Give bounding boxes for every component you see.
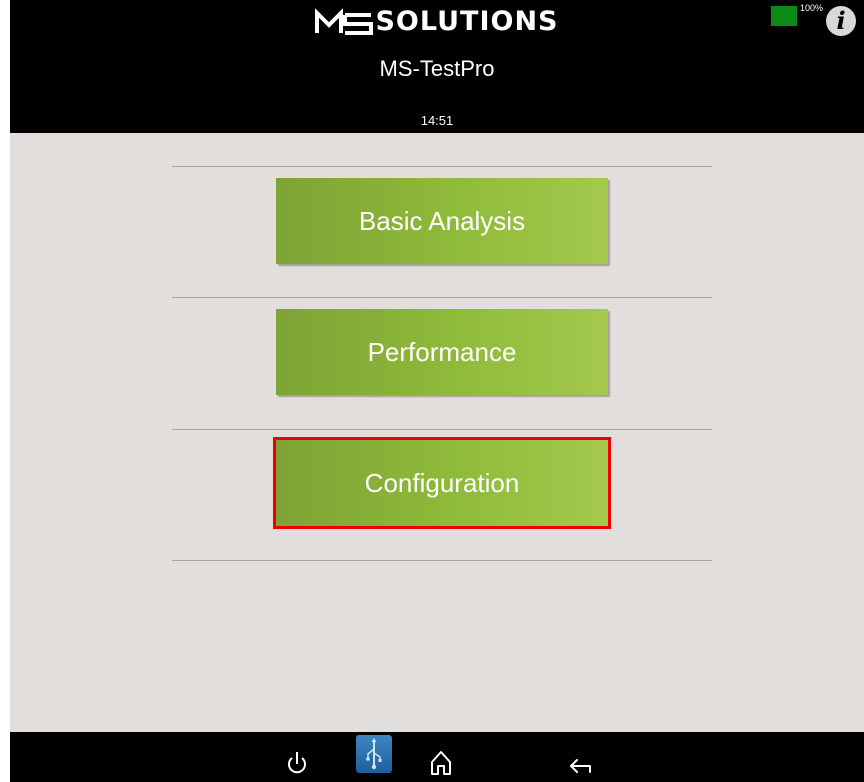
basic-analysis-button[interactable]: Basic Analysis (276, 178, 608, 264)
divider (172, 297, 712, 298)
logo-text: SOLUTIONS (375, 6, 559, 37)
info-icon[interactable]: i (826, 6, 856, 36)
battery-level: 100% (800, 3, 824, 13)
clock-time: 14:51 (420, 113, 454, 128)
battery-icon (771, 6, 797, 26)
divider (172, 166, 712, 167)
app-screen: SOLUTIONS MS-TestPro 14:51 100% i Basic … (0, 0, 864, 782)
power-icon[interactable] (284, 732, 310, 782)
window-edge (0, 0, 10, 782)
back-icon[interactable] (566, 732, 594, 782)
ms-logo-mark-icon (315, 7, 374, 35)
footer-bar (10, 732, 864, 782)
divider (172, 429, 712, 430)
ms-solutions-logo: SOLUTIONS (10, 6, 864, 40)
configuration-button[interactable]: Configuration (273, 437, 611, 529)
app-title: MS-TestPro (379, 56, 495, 81)
divider (172, 560, 712, 561)
home-icon[interactable] (428, 732, 454, 782)
performance-button[interactable]: Performance (276, 309, 608, 395)
usb-icon[interactable] (356, 735, 392, 773)
header-bar: SOLUTIONS MS-TestPro 14:51 (10, 0, 864, 133)
